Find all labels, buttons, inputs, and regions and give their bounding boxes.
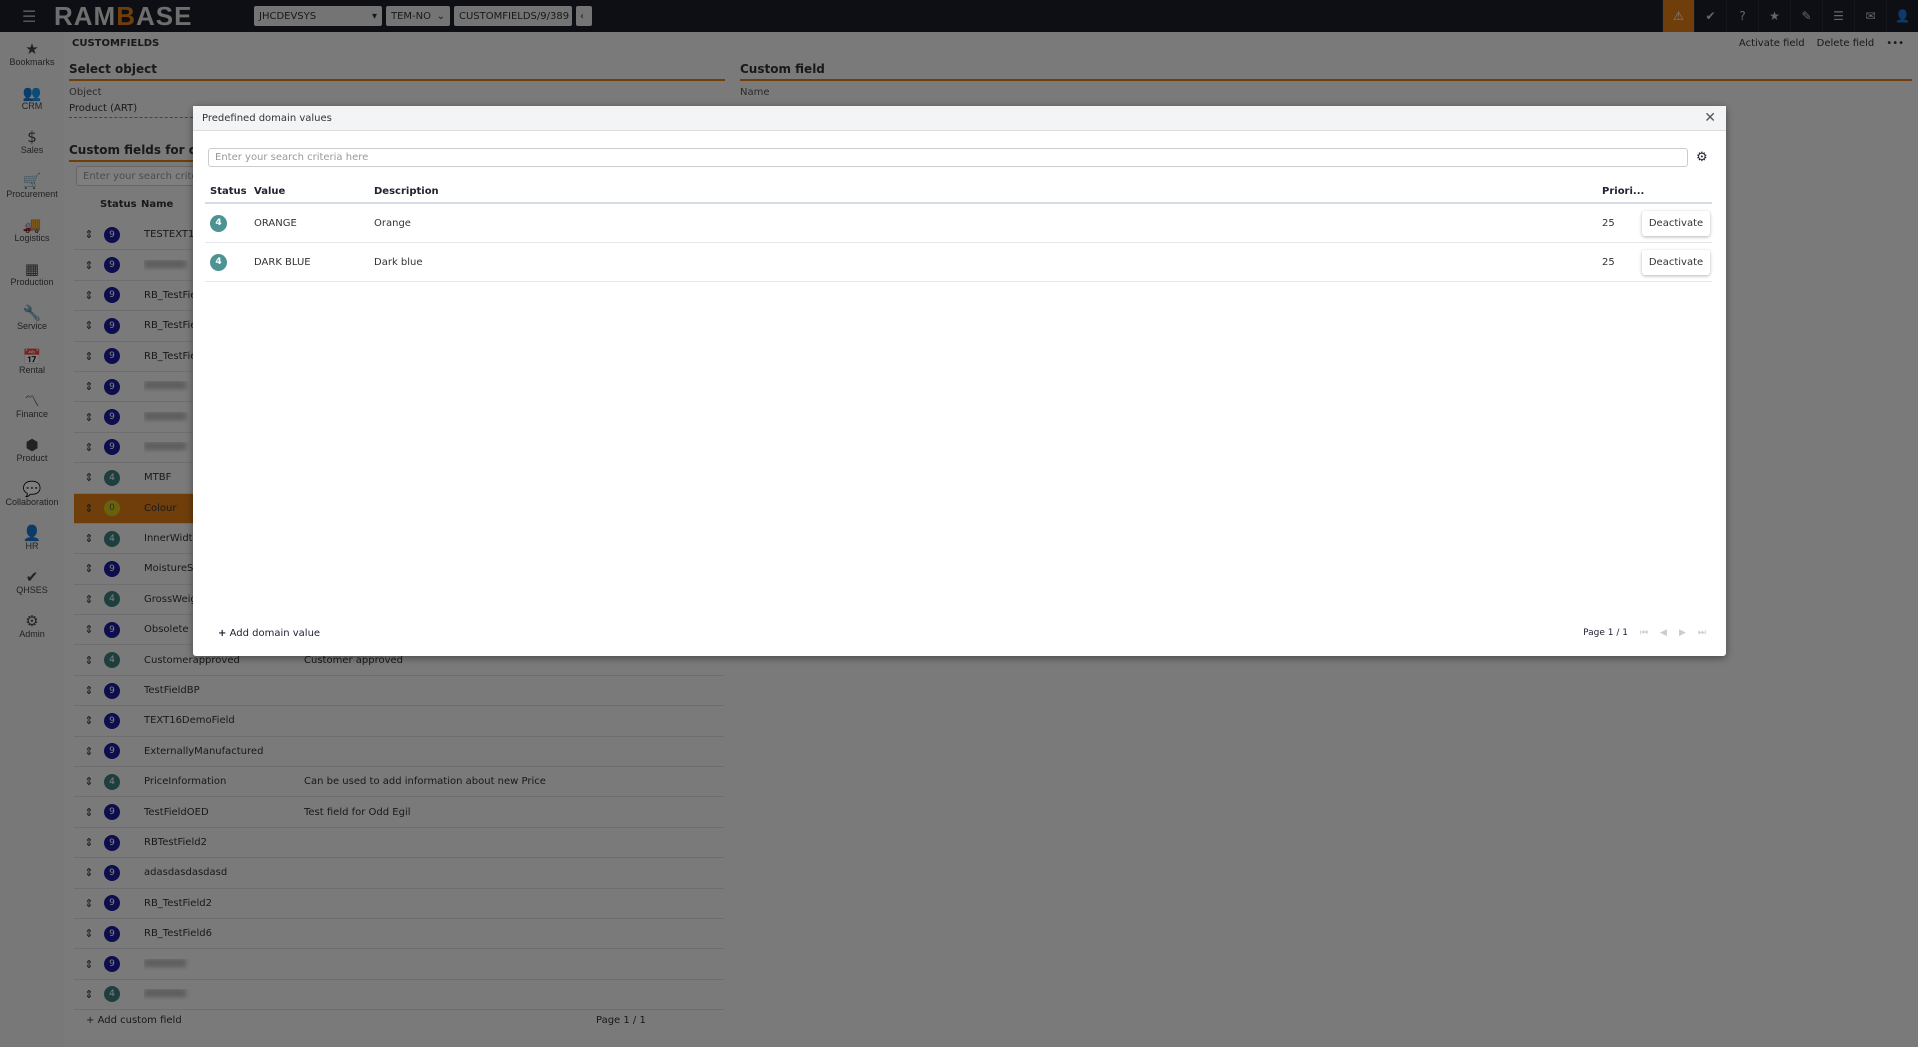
col-description[interactable]: Description [374, 186, 1602, 197]
first-page-icon[interactable]: ⏮ [1640, 628, 1648, 638]
domain-search-input[interactable]: Enter your search criteria here [208, 148, 1688, 167]
dialog-pager: Page 1 / 1 ⏮ ◀ ▶ ⏭ [1583, 628, 1706, 638]
domain-values-table: Status Value Description Priori... 4 ORAN… [205, 180, 1712, 282]
dialog-title: Predefined domain values [202, 112, 332, 124]
add-domain-value-button[interactable]: + Add domain value [218, 628, 320, 639]
predefined-domain-values-dialog: Predefined domain values ✕ Enter your sea… [193, 106, 1726, 656]
priority-cell: 25 [1602, 217, 1615, 229]
col-status[interactable]: Status [205, 186, 254, 197]
deactivate-button[interactable]: Deactivate [1642, 249, 1710, 275]
domain-value-row[interactable]: 4 ORANGE Orange 25 Deactivate [205, 204, 1712, 243]
last-page-icon[interactable]: ⏭ [1698, 628, 1706, 638]
status-badge: 4 [210, 253, 227, 271]
priority-cell: 25 [1602, 256, 1615, 268]
domain-value-row[interactable]: 4 DARK BLUE Dark blue 25 Deactivate [205, 243, 1712, 282]
add-domain-value-label: Add domain value [229, 628, 321, 639]
page-indicator: Page 1 / 1 [1583, 628, 1628, 638]
description-cell: Orange [374, 217, 411, 229]
close-icon[interactable]: ✕ [1704, 110, 1716, 126]
deactivate-button[interactable]: Deactivate [1642, 210, 1710, 236]
col-value[interactable]: Value [254, 186, 374, 197]
value-cell: DARK BLUE [254, 256, 311, 268]
col-priority[interactable]: Priori... [1602, 186, 1644, 197]
prev-page-icon[interactable]: ◀ [1660, 628, 1667, 638]
value-cell: ORANGE [254, 217, 297, 229]
next-page-icon[interactable]: ▶ [1679, 628, 1686, 638]
description-cell: Dark blue [374, 256, 423, 268]
status-badge: 4 [210, 214, 227, 232]
gear-icon[interactable]: ⚙ [1696, 150, 1708, 165]
